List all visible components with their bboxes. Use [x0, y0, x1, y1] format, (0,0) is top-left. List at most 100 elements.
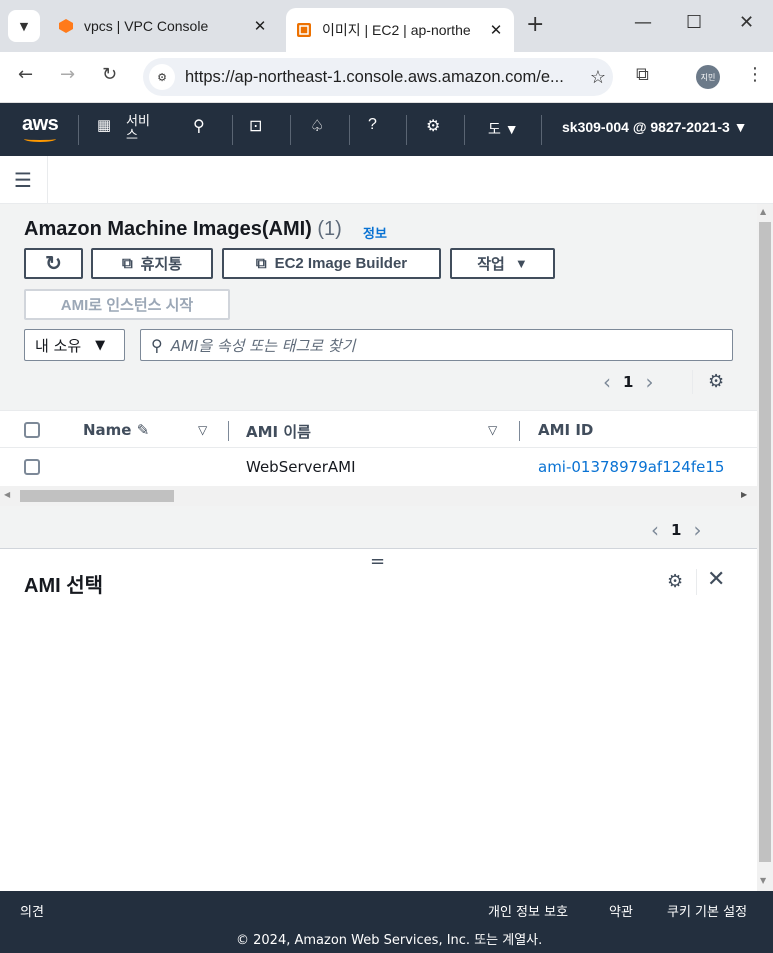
copyright-text: © 2024, Amazon Web Services, Inc. 또는 계열사… — [236, 933, 543, 948]
chevron-down-icon: ▼ — [19, 19, 29, 33]
privacy-link[interactable]: 개인 정보 보호 — [488, 901, 568, 920]
page-vertical-scrollbar[interactable]: ▲ ▼ — [757, 204, 773, 891]
panel-settings-gear-icon[interactable]: ⚙ — [667, 571, 683, 592]
reload-icon[interactable]: ↻ — [102, 64, 117, 85]
hamburger-menu-icon[interactable]: ☰ — [14, 168, 32, 192]
ec2-favicon-icon — [296, 22, 312, 38]
scroll-up-icon[interactable]: ▲ — [760, 207, 766, 216]
profile-avatar[interactable]: 지민 — [696, 65, 720, 89]
bookmark-star-icon[interactable]: ☆ — [583, 67, 613, 88]
page-title: Amazon Machine Images(AMI) (1) — [24, 218, 342, 241]
sort-icon[interactable]: ▽ — [488, 423, 497, 437]
help-icon[interactable]: ? — [368, 116, 377, 134]
divider — [47, 156, 48, 204]
notifications-bell-icon[interactable]: ♤ — [310, 116, 324, 136]
cell-ami-name: WebServerAMI — [246, 458, 356, 476]
recycle-bin-button[interactable]: ⧉ 휴지통 — [91, 248, 213, 279]
column-divider[interactable] — [519, 421, 520, 441]
scroll-down-icon[interactable]: ▼ — [760, 876, 766, 885]
divider — [696, 569, 697, 595]
image-builder-label: EC2 Image Builder — [274, 255, 408, 272]
detail-panel-title: AMI 선택 — [24, 575, 104, 597]
divider — [290, 115, 291, 145]
tab-title: vpcs | VPC Console — [84, 18, 209, 34]
services-menu-label[interactable]: 서비스 — [126, 114, 152, 142]
aws-logo-smile — [24, 136, 56, 142]
ami-count: (1) — [317, 218, 342, 240]
select-all-checkbox[interactable] — [24, 422, 40, 438]
refresh-button[interactable]: ↻ — [24, 248, 83, 279]
vpc-favicon-icon — [58, 18, 74, 34]
search-placeholder: AMI을 속성 또는 태그로 찾기 — [170, 336, 356, 355]
caret-down-icon: ▼ — [95, 337, 106, 353]
address-bar[interactable]: ⚙ https://ap-northeast-1.console.aws.ama… — [143, 58, 613, 96]
settings-gear-icon[interactable]: ⚙ — [426, 116, 440, 136]
table-horizontal-scrollbar[interactable]: ◀ ▶ — [0, 486, 757, 506]
back-arrow-icon[interactable]: ← — [18, 64, 33, 85]
aws-footer: 의견 개인 정보 보호 약관 쿠키 기본 설정 © 2024, Amazon W… — [0, 891, 773, 953]
column-divider[interactable] — [228, 421, 229, 441]
top-pagination: ‹ 1 › — [591, 370, 665, 394]
launch-instance-button[interactable]: AMI로 인스턴스 시작 — [24, 289, 230, 320]
owner-filter-select[interactable]: 내 소유 ▼ — [24, 329, 125, 361]
divider — [232, 115, 233, 145]
scroll-left-icon[interactable]: ◀ — [4, 490, 10, 499]
prev-page-icon[interactable]: ‹ — [651, 518, 659, 542]
new-tab-button[interactable]: + — [526, 12, 544, 37]
browser-menu-icon[interactable]: ⋮ — [746, 64, 764, 85]
divider — [406, 115, 407, 145]
recycle-bin-label: 휴지통 — [140, 256, 183, 273]
scrollbar-thumb[interactable] — [20, 490, 174, 502]
cell-ami-id-link[interactable]: ami-01378979af124fe15 — [538, 458, 724, 476]
table-preferences-gear-icon[interactable]: ⚙ — [708, 371, 724, 392]
column-header-ami-name[interactable]: AMI 이름 — [246, 421, 311, 442]
column-header-name[interactable]: Name ✎ — [83, 421, 149, 439]
next-page-icon[interactable]: › — [645, 370, 653, 394]
sort-icon[interactable]: ▽ — [198, 423, 207, 437]
services-grid-icon[interactable]: ▦ — [97, 116, 111, 134]
maximize-icon[interactable]: ☐ — [686, 12, 702, 33]
ami-detail-panel: = AMI 선택 ⚙ ✕ — [0, 548, 757, 891]
scrollbar-thumb[interactable] — [759, 222, 771, 862]
next-page-icon[interactable]: › — [693, 518, 701, 542]
tab-search-menu-button[interactable]: ▼ — [8, 10, 40, 42]
ami-search-input[interactable]: ⚲ AMI을 속성 또는 태그로 찾기 — [140, 329, 733, 361]
info-link[interactable]: 정보 — [363, 223, 387, 242]
browser-tab-strip: ▼ vpcs | VPC Console ✕ 이미지 | EC2 | ap-no… — [0, 0, 773, 52]
prev-page-icon[interactable]: ‹ — [603, 370, 611, 394]
scroll-right-icon[interactable]: ▶ — [741, 490, 747, 499]
current-page-number[interactable]: 1 — [623, 373, 633, 391]
current-page-number[interactable]: 1 — [671, 521, 681, 539]
table-row[interactable]: WebServerAMI ami-01378979af124fe15 — [0, 448, 757, 486]
column-label: Name — [83, 421, 132, 439]
region-selector[interactable]: 도 ▼ — [488, 119, 519, 139]
external-link-icon: ⧉ — [121, 255, 133, 272]
forward-arrow-icon[interactable]: → — [60, 64, 75, 85]
browser-tab-ec2[interactable]: 이미지 | EC2 | ap-northe ✕ — [286, 8, 514, 52]
actions-dropdown-button[interactable]: 작업 ▼ — [450, 248, 555, 279]
divider — [692, 370, 693, 394]
close-tab-icon[interactable]: ✕ — [250, 17, 270, 35]
terms-link[interactable]: 약관 — [609, 901, 633, 920]
account-menu[interactable]: sk309-004 @ 9827-2021-3 ▼ — [562, 119, 748, 135]
cookie-preferences-link[interactable]: 쿠키 기본 설정 — [667, 901, 747, 920]
window-close-icon[interactable]: ✕ — [739, 12, 754, 33]
image-builder-button[interactable]: ⧉ EC2 Image Builder — [222, 248, 441, 279]
account-label: sk309-004 @ 9827-2021-3 — [562, 119, 730, 135]
extensions-icon[interactable]: ⧉ — [636, 64, 649, 85]
browser-tab-vpc[interactable]: vpcs | VPC Console ✕ — [48, 8, 278, 44]
close-tab-icon[interactable]: ✕ — [486, 21, 506, 39]
search-icon[interactable]: ⚲ — [193, 116, 205, 136]
site-info-icon[interactable]: ⚙ — [149, 64, 175, 90]
aws-logo[interactable]: aws — [22, 113, 59, 136]
cloudshell-icon[interactable]: ⊡ — [249, 116, 262, 136]
owner-filter-value: 내 소유 — [35, 336, 82, 355]
minimize-icon[interactable]: — — [634, 12, 652, 33]
column-header-ami-id[interactable]: AMI ID — [538, 421, 593, 439]
row-checkbox[interactable] — [24, 459, 40, 475]
resize-handle-icon[interactable]: = — [370, 551, 385, 572]
feedback-link[interactable]: 의견 — [20, 901, 44, 920]
close-panel-icon[interactable]: ✕ — [707, 567, 725, 592]
external-link-icon: ⧉ — [255, 255, 267, 272]
ami-table: Name ✎ ▽ AMI 이름 ▽ AMI ID WebServerAMI am… — [0, 410, 757, 486]
